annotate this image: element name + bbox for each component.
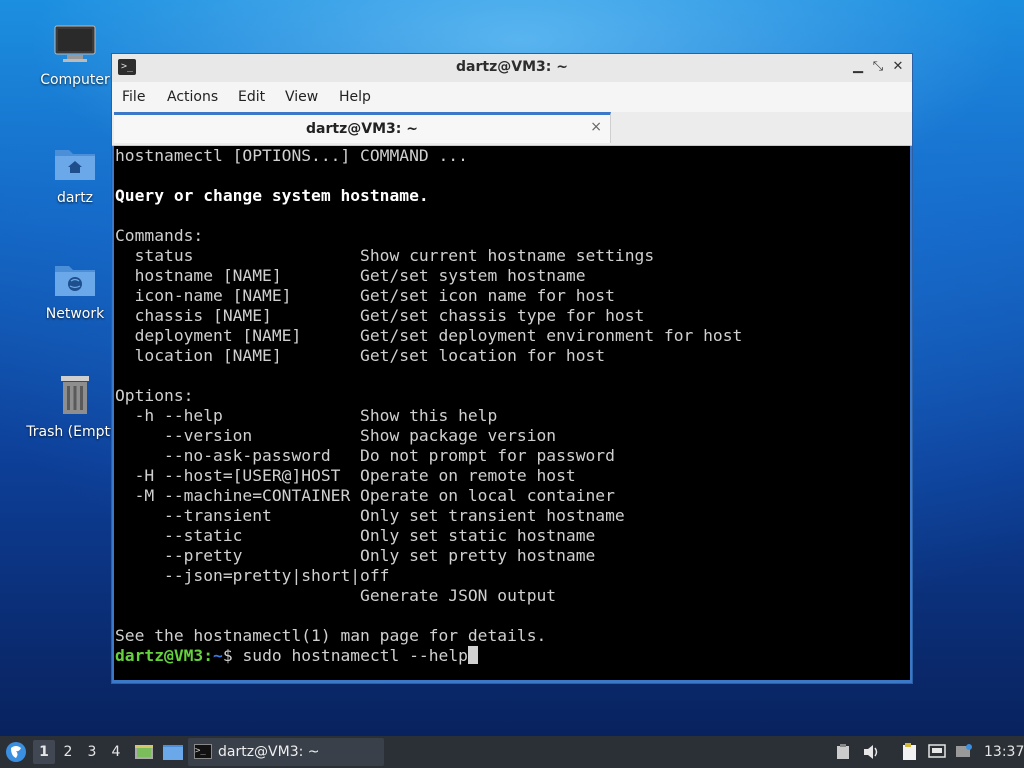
tab-bar: dartz@VM3: ~ × (112, 112, 912, 146)
terminal-line: -H --host=[USER@]HOST Operate on remote … (115, 466, 576, 485)
desktop-icon-label: Trash (Empty) (26, 424, 124, 440)
prompt-path: ~ (213, 646, 223, 665)
network-status-icon[interactable] (928, 744, 946, 764)
terminal-line: --json=pretty|short|off (115, 566, 390, 585)
prompt-separator: : (203, 646, 214, 665)
home-folder-icon (25, 142, 125, 186)
window-titlebar[interactable]: >_ dartz@VM3: ~ ▁ ⤡ ✕ (112, 54, 912, 83)
workspace-4[interactable]: 4 (105, 740, 127, 764)
taskbar-terminal-button[interactable]: >_ dartz@VM3: ~ (188, 738, 384, 766)
prompt-user: dartz@VM3 (115, 646, 204, 665)
menubar: File Actions Edit View Help (112, 82, 912, 112)
start-menu-icon[interactable] (5, 741, 27, 767)
update-notifier-icon[interactable] (955, 743, 973, 765)
close-button[interactable]: ✕ (890, 59, 906, 75)
terminal-line: --transient Only set transient hostname (115, 506, 625, 525)
network-folder-icon (25, 258, 125, 302)
desktop-icon-computer[interactable]: Computer (25, 24, 125, 88)
workspace-1[interactable]: 1 (33, 740, 55, 764)
terminal-line: hostname [NAME] Get/set system hostname (115, 266, 586, 285)
menu-help[interactable]: Help (339, 89, 371, 105)
taskbar-task-label: dartz@VM3: ~ (218, 744, 320, 760)
terminal-icon: >_ (194, 744, 212, 759)
terminal-line: --no-ask-password Do not prompt for pass… (115, 446, 615, 465)
tab-close-icon[interactable]: × (590, 119, 602, 135)
terminal-line: Query or change system hostname. (115, 186, 429, 205)
file-manager-icon[interactable] (162, 743, 184, 765)
terminal-line: status Show current hostname settings (115, 246, 655, 265)
terminal-line: --version Show package version (115, 426, 557, 445)
terminal-window[interactable]: >_ dartz@VM3: ~ ▁ ⤡ ✕ File Actions Edit … (111, 53, 913, 684)
typed-command: sudo hostnamectl --help (242, 646, 468, 665)
menu-edit[interactable]: Edit (238, 89, 265, 105)
terminal-line: Commands: (115, 226, 204, 245)
menu-view[interactable]: View (285, 89, 318, 105)
terminal-line: --static Only set static hostname (115, 526, 596, 545)
window-title: dartz@VM3: ~ (456, 59, 568, 75)
text-cursor (467, 646, 478, 664)
notes-icon[interactable] (901, 743, 919, 765)
terminal-line: Options: (115, 386, 194, 405)
terminal-output[interactable]: hostnamectl [OPTIONS...] COMMAND ... Que… (114, 146, 910, 680)
computer-icon (25, 24, 125, 68)
desktop-icon-label: Computer (40, 72, 110, 88)
maximize-button[interactable]: ⤡ (870, 59, 886, 75)
terminal-line: chassis [NAME] Get/set chassis type for … (115, 306, 645, 325)
workspace-2[interactable]: 2 (57, 740, 79, 764)
desktop-icon-trash[interactable]: Trash (Empty) (25, 374, 125, 440)
volume-icon[interactable] (863, 744, 881, 764)
menu-actions[interactable]: Actions (167, 89, 218, 105)
terminal-line: Generate JSON output (115, 586, 557, 605)
terminal-line: -h --help Show this help (115, 406, 498, 425)
terminal-line: --pretty Only set pretty hostname (115, 546, 596, 565)
prompt-symbol: $ (222, 646, 243, 665)
terminal-line: -M --machine=CONTAINER Operate on local … (115, 486, 615, 505)
menu-file[interactable]: File (122, 89, 145, 105)
terminal-line: deployment [NAME] Get/set deployment env… (115, 326, 743, 345)
taskbar: 1 2 3 4 >_ dartz@VM3: ~ 13:37 (0, 736, 1024, 768)
terminal-line: location [NAME] Get/set location for hos… (115, 346, 606, 365)
terminal-line: hostnamectl [OPTIONS...] COMMAND ... (115, 146, 468, 165)
terminal-line: See the hostnamectl(1) man page for deta… (115, 626, 547, 645)
clock[interactable]: 13:37 (984, 736, 1024, 768)
terminal-tab[interactable]: dartz@VM3: ~ × (114, 112, 611, 143)
desktop-icon-home[interactable]: dartz (25, 142, 125, 206)
minimize-button[interactable]: ▁ (850, 59, 866, 75)
command-prompt-line[interactable]: dartz@VM3:~$ sudo hostnamectl --help (115, 646, 478, 666)
desktop-icon-label: Network (45, 306, 105, 322)
terminal-line: icon-name [NAME] Get/set icon name for h… (115, 286, 615, 305)
tab-label: dartz@VM3: ~ (306, 121, 418, 137)
desktop-icon-network[interactable]: Network (25, 258, 125, 322)
desktop-icon-label: dartz (56, 190, 94, 206)
workspace-3[interactable]: 3 (81, 740, 103, 764)
show-desktop-icon[interactable] (134, 743, 154, 765)
trash-icon (25, 374, 125, 420)
clipboard-icon[interactable] (836, 744, 850, 764)
